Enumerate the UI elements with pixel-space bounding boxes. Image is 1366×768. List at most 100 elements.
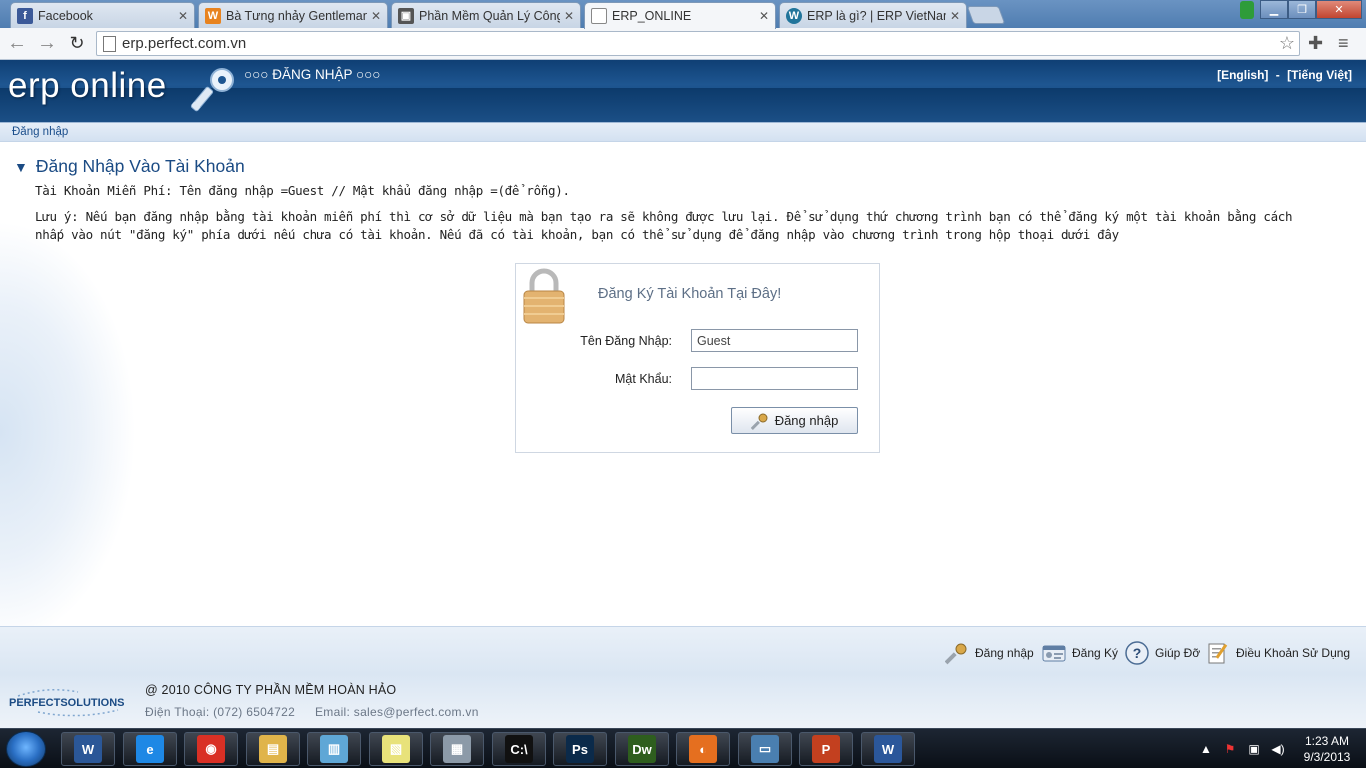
dreamweaver-taskbar-button[interactable]: Dw: [615, 732, 669, 766]
extension-puzzle-icon[interactable]: ✚: [1308, 33, 1323, 54]
erp-online-logo: erp online: [8, 66, 167, 105]
tab-erp-la-gi[interactable]: W ERP là gì? | ERP VietNam ✕: [779, 2, 967, 28]
footer-help-label: Giúp Đỡ: [1155, 646, 1201, 660]
reload-button[interactable]: ↻: [64, 31, 90, 57]
firefox-taskbar-button[interactable]: ◐: [676, 732, 730, 766]
tab-title: ERP là gì? | ERP VietNam: [807, 8, 946, 23]
w-logo-icon: W: [205, 7, 221, 24]
email-text: Email: sales@perfect.com.vn: [315, 705, 479, 719]
tab-erp-online[interactable]: ERP_ONLINE ✕: [584, 2, 776, 29]
file-explorer-icon: ▤: [259, 735, 287, 763]
footer-terms-link[interactable]: Điều Khoản Sử Dụng: [1206, 641, 1350, 665]
notice-text: Lưu ý: Nếu bạn đăng nhập bằng tài khoản …: [35, 209, 1293, 242]
internet-explorer-taskbar-button[interactable]: e: [123, 732, 177, 766]
site-header: erp online ○○○ ĐĂNG NHẬP ○○○ [English] -…: [0, 60, 1366, 122]
close-icon[interactable]: ✕: [371, 9, 381, 23]
register-here-link[interactable]: Đăng Ký Tài Khoản Tại Đây!: [598, 286, 781, 302]
photoshop-icon: Ps: [566, 735, 594, 763]
calculator-icon: ▦: [443, 735, 471, 763]
footer-links: Đăng nhập Đăng Ký ? Giúp Đỡ Điều Khoản S…: [0, 626, 1366, 674]
camera-icon: ▣: [398, 7, 414, 24]
language-switcher: [English] - [Tiếng Việt]: [1213, 68, 1352, 82]
sticky-notes-icon: ▧: [382, 735, 410, 763]
sticky-notes-taskbar-button[interactable]: ▧: [369, 732, 423, 766]
breadcrumb-login[interactable]: Đăng nhập: [12, 126, 68, 138]
language-separator: -: [1275, 68, 1280, 82]
calculator-taskbar-button[interactable]: ▦: [430, 732, 484, 766]
notepad-icon: ▥: [320, 735, 348, 763]
word-taskbar-taskbar-button[interactable]: W: [61, 732, 115, 766]
footer-info: PERFECTSOLUTIONS @ 2010 CÔNG TY PHẦN MỀM…: [0, 674, 1366, 728]
page-icon: [591, 8, 607, 24]
star-icon[interactable]: ☆: [1279, 33, 1295, 54]
help-icon: ?: [1125, 641, 1149, 665]
username-input[interactable]: [691, 329, 858, 352]
document-edit-icon: [1208, 643, 1228, 664]
taskbar: We ◉ ▤ ▥ ▧ ▦ C:\ Ps Dw ◐ ▭ P W ▲ ⚑ ▣ ◀) 1:23 AM 9/3/…: [0, 728, 1366, 768]
perfect-solutions-logo: PERFECTSOLUTIONS: [9, 689, 125, 717]
back-button[interactable]: ←: [4, 31, 30, 57]
maximize-button[interactable]: ❐: [1288, 0, 1316, 19]
close-icon[interactable]: ✕: [759, 9, 769, 23]
shield-icon[interactable]: [1240, 1, 1254, 19]
key-icon: [945, 643, 967, 665]
svg-text:?: ?: [1133, 645, 1142, 661]
action-center-icon[interactable]: ⚑: [1222, 741, 1238, 757]
page-title: ▼ Đăng Nhập Vào Tài Khoản: [14, 156, 245, 177]
main-content: ▼ Đăng Nhập Vào Tài Khoản Tài Khoản Miễn…: [0, 142, 1366, 626]
minimize-button[interactable]: ▁: [1260, 0, 1288, 19]
word-taskbar-icon: W: [74, 735, 102, 763]
footer-register-label: Đăng Ký: [1072, 646, 1119, 660]
username-label: Tên Đăng Nhập:: [580, 334, 672, 348]
start-button[interactable]: [6, 731, 46, 767]
close-window-button[interactable]: ✕: [1316, 0, 1362, 19]
tab-ba-tung[interactable]: W Bà Tưng nhảy Gentleman ✕: [198, 2, 388, 28]
menu-icon[interactable]: ≡: [1338, 33, 1349, 54]
volume-icon[interactable]: ◀): [1270, 741, 1286, 757]
command-prompt-icon: C:\: [505, 735, 533, 763]
tab-facebook[interactable]: f Facebook ✕: [10, 2, 195, 28]
remote-desktop-taskbar-button[interactable]: ▭: [738, 732, 792, 766]
browser-tab-strip: f Facebook ✕ W Bà Tưng nhảy Gentleman ✕ …: [0, 0, 1366, 29]
firefox-icon: ◐: [689, 735, 717, 763]
facebook-icon: f: [17, 7, 33, 24]
new-tab-button[interactable]: [966, 6, 1006, 24]
dreamweaver-icon: Dw: [628, 735, 656, 763]
free-account-info: Tài Khoản Miễn Phí: Tên đăng nhập =Guest…: [35, 183, 570, 198]
page-icon: [103, 35, 116, 52]
tab-phan-mem[interactable]: ▣ Phần Mềm Quản Lý Công ✕: [391, 2, 581, 28]
show-hidden-icons-icon[interactable]: ▲: [1198, 741, 1214, 757]
chrome-taskbar-button[interactable]: ◉: [184, 732, 238, 766]
footer-register-link[interactable]: Đăng Ký: [1042, 641, 1118, 665]
close-icon[interactable]: ✕: [564, 9, 574, 23]
footer-login-label: Đăng nhập: [975, 646, 1034, 660]
clock[interactable]: 1:23 AM 9/3/2013: [1298, 733, 1356, 765]
vietnamese-link[interactable]: [Tiếng Việt]: [1287, 68, 1352, 82]
notepad-taskbar-button[interactable]: ▥: [307, 732, 361, 766]
header-title: ○○○ ĐĂNG NHẬP ○○○: [244, 67, 381, 82]
file-explorer-taskbar-button[interactable]: ▤: [246, 732, 300, 766]
close-icon[interactable]: ✕: [950, 9, 960, 23]
forward-button[interactable]: →: [34, 31, 60, 57]
system-tray: ▲ ⚑ ▣ ◀) 1:23 AM 9/3/2013: [1190, 731, 1356, 767]
password-input[interactable]: [691, 367, 858, 390]
collapse-triangle-icon[interactable]: ▼: [14, 159, 28, 175]
browser-toolbar: ← → ↻ erp.perfect.com.vn ☆ ✚ ≡: [0, 28, 1366, 60]
clock-date: 9/3/2013: [1303, 750, 1351, 764]
word-taskbar-button[interactable]: W: [861, 732, 915, 766]
login-button[interactable]: Đăng nhập: [731, 407, 858, 434]
clock-time: 1:23 AM: [1304, 734, 1350, 748]
footer-login-link[interactable]: Đăng nhập: [945, 641, 1034, 665]
english-link[interactable]: [English]: [1217, 68, 1268, 82]
svg-text:PERFECTSOLUTIONS: PERFECTSOLUTIONS: [9, 697, 125, 709]
footer-help-link[interactable]: ? Giúp Đỡ: [1125, 641, 1200, 665]
photoshop-taskbar-button[interactable]: Ps: [553, 732, 607, 766]
wordpress-icon: W: [786, 7, 802, 24]
command-prompt-taskbar-button[interactable]: C:\: [492, 732, 546, 766]
address-bar[interactable]: erp.perfect.com.vn ☆: [96, 31, 1300, 56]
powerpoint-taskbar-button[interactable]: P: [799, 732, 853, 766]
password-label: Mật Khẩu:: [615, 372, 672, 386]
network-icon[interactable]: ▣: [1246, 741, 1262, 757]
close-icon[interactable]: ✕: [178, 9, 188, 23]
tab-title: Bà Tưng nhảy Gentleman: [226, 8, 367, 23]
